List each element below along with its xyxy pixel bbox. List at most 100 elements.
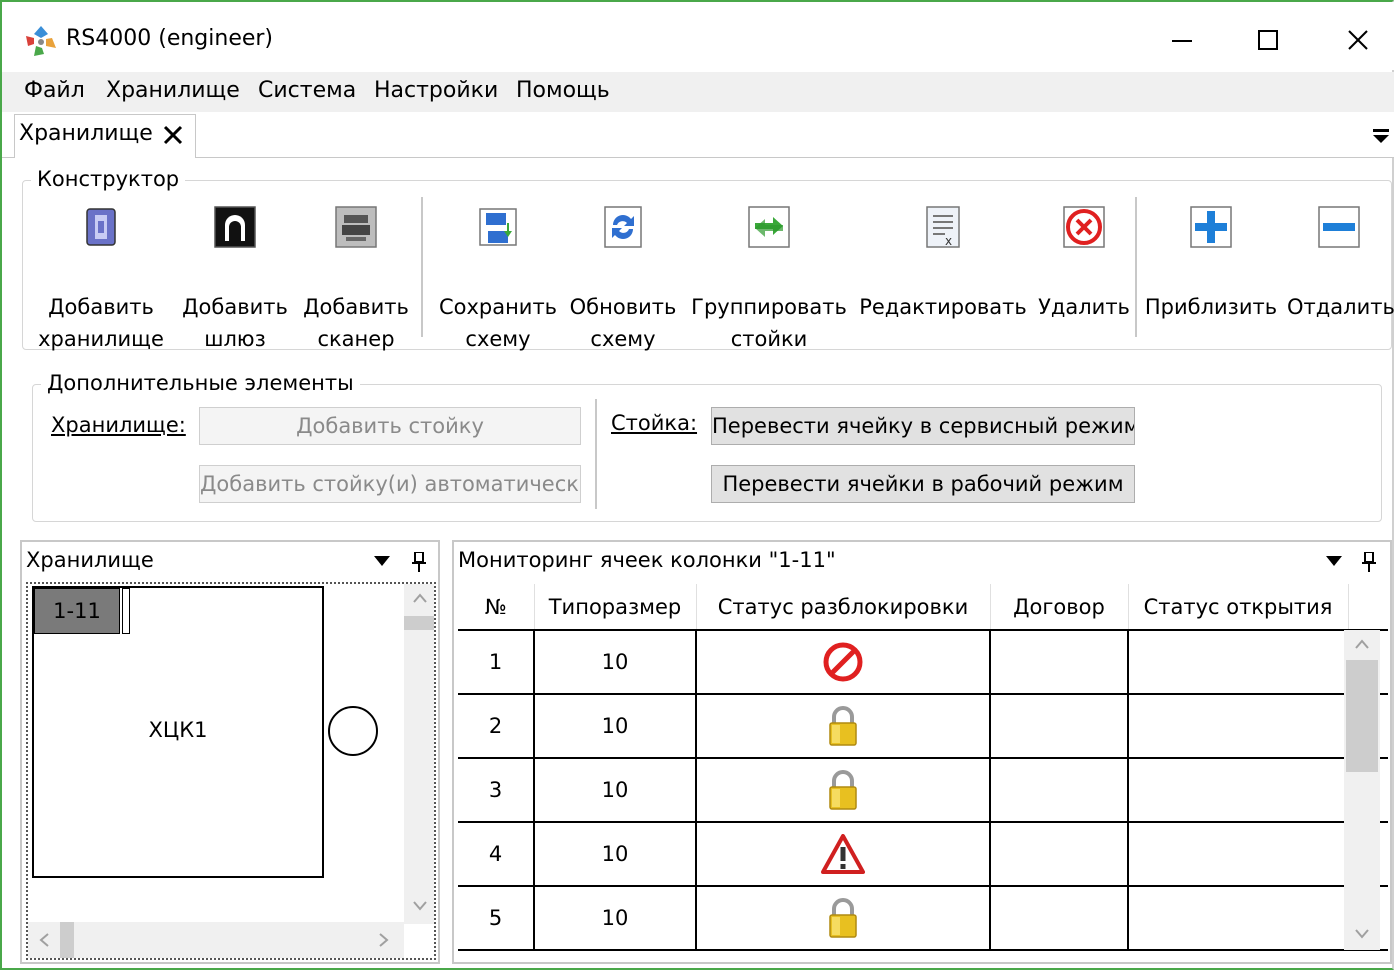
scanner-icon (335, 206, 377, 248)
save-icon (479, 208, 517, 246)
title-bar: RS4000 (engineer) (2, 2, 1394, 70)
monitoring-panel-title: Мониторинг ячеек колонки "1-11" (458, 548, 836, 572)
column-tag-handle[interactable] (122, 588, 130, 634)
add-rack-button[interactable]: Добавить стойку (199, 407, 581, 445)
grid-vertical-scrollbar[interactable] (1344, 630, 1380, 950)
lock-icon (829, 770, 857, 810)
pin-icon[interactable] (412, 552, 426, 572)
refresh-schema-button[interactable]: Обновить схему (565, 199, 681, 351)
cell-service-mode-button[interactable]: Перевести ячейку в сервисный режим (711, 407, 1135, 445)
edit-icon: x (926, 206, 960, 248)
warning-icon (821, 834, 865, 874)
minimize-button[interactable] (1152, 16, 1212, 64)
cell-unlock-status (696, 630, 991, 695)
panel-dropdown-icon[interactable] (374, 556, 390, 568)
save-schema-button[interactable]: Сохранить схему (431, 199, 565, 351)
vertical-scrollbar[interactable] (404, 584, 434, 924)
refresh-icon (604, 206, 642, 248)
add-storage-button[interactable]: Добавить хранилище (33, 199, 169, 351)
column-header-unlock-status[interactable]: Статус разблокировки (696, 584, 991, 631)
table-row[interactable]: 1 10 (458, 630, 1388, 695)
close-tab-icon[interactable] (161, 123, 185, 147)
column-tag[interactable]: 1-11 (34, 588, 120, 634)
cell-open-status (1128, 822, 1349, 887)
toolbar-separator (1135, 197, 1137, 337)
panel-dropdown-icon[interactable] (1326, 556, 1342, 568)
extra-elements-title: Дополнительные элементы (41, 371, 360, 395)
menu-storage[interactable]: Хранилище (106, 78, 240, 103)
cells-grid: № Типоразмер Статус разблокировки Догово… (458, 584, 1388, 951)
scroll-up-icon[interactable] (1354, 638, 1370, 650)
column-header-size[interactable]: Типоразмер (534, 584, 697, 631)
zoom-out-icon (1318, 206, 1360, 248)
app-logo-icon (26, 26, 56, 56)
save-schema-label: Сохранить схему (438, 295, 558, 351)
scroll-down-icon[interactable] (1354, 928, 1370, 940)
constructor-title: Конструктор (31, 167, 186, 191)
cell-unlock-status (696, 886, 991, 951)
scroll-thumb[interactable] (1346, 660, 1378, 772)
edit-label: Редактировать (859, 295, 1027, 319)
extras-separator (595, 399, 597, 509)
add-rack-auto-button[interactable]: Добавить стойку(и) автоматически (199, 465, 581, 503)
delete-button[interactable]: Удалить (1035, 199, 1133, 339)
pin-icon[interactable] (1362, 552, 1376, 572)
constructor-group: Конструктор Добавить хранилище Добавить … (22, 167, 1394, 351)
menu-settings[interactable]: Настройки (374, 78, 498, 103)
cell-unlock-status (696, 694, 991, 759)
scroll-left-icon[interactable] (38, 932, 50, 948)
tab-label: Хранилище (19, 121, 153, 146)
add-scanner-label: Добавить сканер (303, 295, 409, 351)
horizontal-scrollbar[interactable] (28, 922, 404, 958)
table-row[interactable]: 2 10 (458, 694, 1388, 759)
zoom-in-icon (1190, 206, 1232, 248)
storage-column[interactable]: 1-11 ХЦК1 (32, 586, 324, 878)
add-gateway-label: Добавить шлюз (182, 295, 288, 351)
refresh-schema-label: Обновить схему (569, 295, 677, 351)
extra-elements-group: Дополнительные элементы Хранилище: Добав… (32, 371, 1382, 522)
window-title: RS4000 (engineer) (66, 26, 274, 51)
tab-storage[interactable]: Хранилище (14, 114, 196, 158)
monitoring-panel-header: Мониторинг ячеек колонки "1-11" (454, 542, 1390, 580)
edit-button[interactable]: x Редактировать (859, 199, 1027, 339)
zoom-in-button[interactable]: Приблизить (1143, 199, 1279, 339)
menu-system[interactable]: Система (258, 78, 356, 103)
cell-open-status (1128, 758, 1349, 823)
cell-size: 10 (534, 630, 697, 695)
maximize-button[interactable] (1238, 16, 1298, 64)
cell-contract (990, 886, 1129, 951)
scroll-thumb[interactable] (404, 616, 434, 630)
cell-contract (990, 694, 1129, 759)
column-header-number[interactable]: № (458, 584, 535, 631)
close-icon (1348, 30, 1368, 50)
cell-open-status (1128, 630, 1349, 695)
scroll-right-icon[interactable] (378, 932, 390, 948)
menu-help[interactable]: Помощь (516, 78, 610, 103)
scanner-circle[interactable] (328, 706, 378, 756)
cell-open-status (1128, 694, 1349, 759)
column-header-filler (1348, 584, 1388, 631)
column-header-contract[interactable]: Договор (990, 584, 1129, 631)
group-racks-button[interactable]: Группировать стойки (691, 199, 847, 351)
scroll-up-icon[interactable] (412, 592, 428, 604)
blocked-icon (823, 642, 863, 682)
tab-list-dropdown-icon[interactable] (1370, 124, 1392, 146)
table-row[interactable]: 3 10 (458, 758, 1388, 823)
table-row[interactable]: 5 10 (458, 886, 1388, 951)
scroll-thumb[interactable] (60, 922, 74, 958)
storage-canvas[interactable]: 1-11 ХЦК1 (26, 582, 436, 960)
cells-work-mode-button[interactable]: Перевести ячейки в рабочий режим (711, 465, 1135, 503)
storage-section-label: Хранилище: (51, 413, 186, 437)
menu-file[interactable]: Файл (24, 78, 85, 103)
add-gateway-button[interactable]: Добавить шлюз (175, 199, 295, 351)
table-row[interactable]: 4 10 (458, 822, 1388, 887)
zoom-in-label: Приблизить (1144, 295, 1278, 319)
cell-contract (990, 758, 1129, 823)
scroll-down-icon[interactable] (412, 900, 428, 912)
delete-label: Удалить (1038, 295, 1130, 319)
zoom-out-button[interactable]: Отдалить (1287, 199, 1394, 339)
add-scanner-button[interactable]: Добавить сканер (301, 199, 411, 351)
delete-icon (1063, 206, 1105, 248)
column-header-open-status[interactable]: Статус открытия (1128, 584, 1349, 631)
close-window-button[interactable] (1328, 16, 1388, 64)
